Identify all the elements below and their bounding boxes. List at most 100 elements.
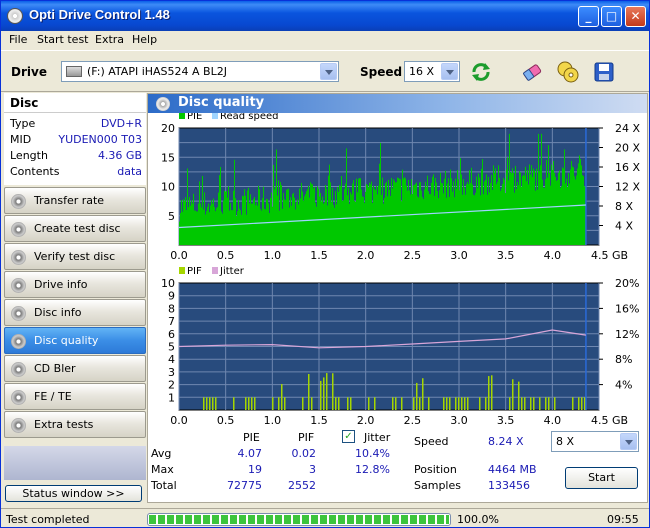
disc-row-mid: MID YUDEN000 T03 <box>10 133 142 149</box>
pie-bar <box>388 179 389 245</box>
pie-bar <box>428 191 429 245</box>
pie-bar <box>215 211 216 245</box>
panel-title: Disc quality <box>178 95 265 110</box>
pif-bar <box>449 397 451 410</box>
pie-bar <box>403 178 404 245</box>
avg-pif: 0.02 <box>291 447 317 460</box>
nav-disc-info[interactable]: Disc info <box>4 299 146 326</box>
pie-bar <box>202 175 203 245</box>
pie-bar <box>435 177 436 245</box>
start-button[interactable]: Start <box>565 467 638 489</box>
nav-cd-bler[interactable]: CD Bler <box>4 355 146 382</box>
pie-bar <box>340 186 341 245</box>
chevron-down-icon[interactable] <box>441 63 458 80</box>
pie-bar <box>382 177 383 245</box>
pie-bar <box>303 200 304 245</box>
menu-extra[interactable]: Extra <box>95 33 124 46</box>
pie-bar <box>230 202 231 245</box>
pie-bar <box>541 133 542 245</box>
pie-bar <box>326 188 327 245</box>
menu-help[interactable]: Help <box>132 33 157 46</box>
pie-bar <box>216 208 217 245</box>
save-button[interactable] <box>591 59 617 85</box>
maximize-button[interactable]: □ <box>601 6 622 27</box>
pie-bar <box>313 188 314 245</box>
pie-bar <box>357 192 358 245</box>
pie-bar <box>379 163 380 245</box>
pie-bar <box>389 190 390 245</box>
pie-bar <box>227 197 228 245</box>
pie-bar <box>432 176 433 245</box>
nav-verify-test-disc[interactable]: Verify test disc <box>4 243 146 270</box>
menu-file[interactable]: File <box>9 33 27 46</box>
pie-bar <box>279 210 280 245</box>
pie-bar <box>329 164 330 245</box>
pie-bar <box>409 190 410 245</box>
close-button[interactable]: ✕ <box>625 6 646 27</box>
test-speed-select[interactable]: 8 X <box>551 431 639 452</box>
pie-bar <box>204 192 205 245</box>
nav-disc-quality[interactable]: Disc quality <box>4 327 146 354</box>
pie-bar <box>241 214 242 245</box>
pie-bar <box>529 164 530 245</box>
pie-bar <box>456 188 457 245</box>
pie-bar <box>512 168 513 245</box>
drive-label: Drive <box>11 65 47 79</box>
y2-tick-label: 20% <box>615 277 639 290</box>
pie-bar <box>440 172 441 245</box>
pie-bar <box>396 182 397 245</box>
nav-fe-te[interactable]: FE / TE <box>4 383 146 410</box>
drive-value: (F:) ATAPI iHAS524 A BL2J <box>87 65 227 78</box>
pif-bar <box>443 397 445 410</box>
disc-icon <box>11 194 26 209</box>
pie-bar <box>459 190 460 245</box>
copy-button[interactable] <box>555 59 581 85</box>
nav-drive-info[interactable]: Drive info <box>4 271 146 298</box>
jitter-checkbox[interactable]: ✓ <box>342 430 355 443</box>
erase-button[interactable] <box>519 59 545 85</box>
chevron-down-icon[interactable] <box>320 63 337 80</box>
pie-bar <box>549 172 550 245</box>
pie-bar <box>237 211 238 245</box>
pie-bar <box>400 179 401 245</box>
pie-bar <box>285 200 286 245</box>
pie-bar <box>547 177 548 245</box>
pie-bar <box>316 206 317 245</box>
pie-bar <box>417 196 418 245</box>
minimize-button[interactable]: _ <box>578 6 599 27</box>
title-bar[interactable]: Opti Drive Control 1.48 _ □ ✕ <box>1 1 649 31</box>
chevron-down-icon[interactable] <box>620 433 637 450</box>
menu-start-test[interactable]: Start test <box>37 33 89 46</box>
disc-row-contents: Contents data <box>10 165 142 181</box>
pie-bar <box>331 202 332 245</box>
x-tick-label: 2.5 <box>404 249 422 262</box>
pif-bar <box>548 397 550 410</box>
pie-bar <box>228 186 229 245</box>
pie-bar <box>223 200 224 245</box>
pie-bar <box>222 213 223 245</box>
pie-bar <box>527 169 528 245</box>
pie-bar <box>553 160 554 245</box>
nav-label: CD Bler <box>34 362 76 375</box>
pie-bar <box>475 192 476 245</box>
pif-bar <box>578 397 580 410</box>
nav-extra-tests[interactable]: Extra tests <box>4 411 146 438</box>
nav-create-test-disc[interactable]: Create test disc <box>4 215 146 242</box>
status-window-button[interactable]: Status window >> <box>5 485 142 502</box>
refresh-button[interactable] <box>468 59 494 85</box>
pie-bar <box>532 177 533 245</box>
pie-bar <box>368 187 369 245</box>
pif-bar <box>320 380 322 410</box>
nav-transfer-rate[interactable]: Transfer rate <box>4 187 146 214</box>
drive-select[interactable]: (F:) ATAPI iHAS524 A BL2J <box>61 61 339 82</box>
pie-bar <box>311 183 312 245</box>
pie-bar <box>481 168 482 245</box>
speed-select[interactable]: 16 X <box>404 61 460 82</box>
app-window: Opti Drive Control 1.48 _ □ ✕ File Start… <box>0 0 650 528</box>
pie-bar <box>556 180 557 245</box>
pie-bar <box>373 185 374 245</box>
pie-bar <box>180 213 181 245</box>
x-tick-label: 2.5 <box>404 414 422 427</box>
disc-icon <box>11 418 26 433</box>
pie-bar <box>194 210 195 245</box>
